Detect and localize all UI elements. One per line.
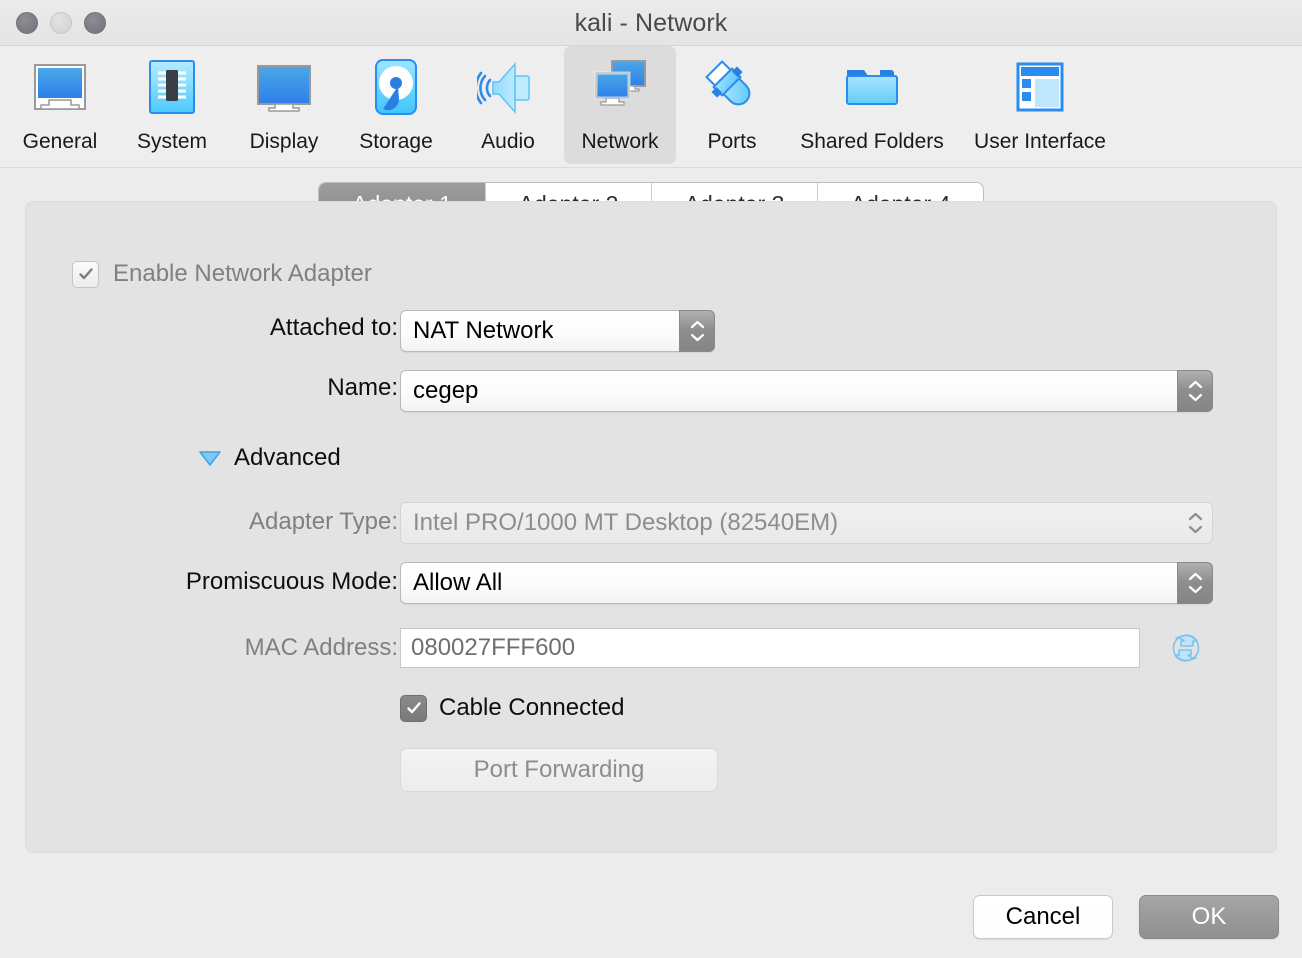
toolbar-label: Ports	[707, 130, 757, 153]
promiscuous-mode-label: Promiscuous Mode:	[185, 568, 398, 595]
port-forwarding-button[interactable]: Port Forwarding	[400, 748, 718, 792]
ports-plug-icon	[705, 60, 751, 106]
name-label-wrap: Name:	[26, 374, 398, 402]
adapter-settings-panel: Enable Network Adapter Attached to: NAT …	[25, 201, 1277, 853]
toolbar-item-ports[interactable]: Ports	[676, 46, 788, 164]
cancel-button[interactable]: Cancel	[973, 895, 1113, 939]
chevron-up-icon	[1188, 512, 1202, 521]
attached-to-dropdown[interactable]: NAT Network	[400, 310, 715, 352]
toolbar-label: Audio	[481, 130, 535, 153]
display-icon	[257, 65, 311, 112]
chevron-down-icon	[1188, 393, 1202, 402]
toolbar-label: User Interface	[974, 130, 1106, 153]
toolbar-label: System	[136, 130, 207, 153]
speaker-icon	[477, 62, 530, 114]
cable-connected-label: Cable Connected	[439, 694, 625, 721]
adapter-type-label-wrap: Adapter Type:	[26, 508, 398, 536]
toolbar-label: Display	[249, 130, 319, 153]
name-stepper[interactable]	[1177, 370, 1213, 412]
mac-address-value: 080027FFF600	[411, 634, 576, 661]
adapter-type-value: Intel PRO/1000 MT Desktop (82540EM)	[413, 509, 839, 536]
chevron-down-icon	[690, 333, 704, 342]
toolbar-label: Storage	[359, 130, 433, 153]
chevron-up-icon	[1188, 572, 1202, 581]
chevron-down-icon	[1188, 585, 1202, 594]
enable-network-adapter-row[interactable]: Enable Network Adapter	[72, 260, 372, 288]
toolbar-item-audio[interactable]: Audio	[452, 46, 564, 164]
name-label: Name:	[327, 374, 398, 401]
window-titlebar: kali - Network	[0, 0, 1302, 46]
attached-to-label-wrap: Attached to:	[26, 314, 398, 342]
mac-address-label-wrap: MAC Address:	[26, 634, 398, 662]
chevron-down-icon	[1188, 525, 1202, 534]
toolbar-item-storage[interactable]: Storage	[340, 46, 452, 164]
refresh-icon	[1172, 634, 1200, 662]
mac-address-input[interactable]: 080027FFF600	[400, 628, 1140, 668]
enable-network-adapter-label: Enable Network Adapter	[113, 260, 372, 287]
adapter-type-label: Adapter Type:	[249, 508, 398, 535]
promiscuous-mode-label-wrap: Promiscuous Mode:	[26, 568, 398, 596]
advanced-label: Advanced	[234, 444, 341, 471]
network-icon	[594, 60, 646, 106]
toolbar-label: General	[22, 130, 98, 153]
window-title: kali - Network	[574, 9, 728, 37]
user-interface-icon	[1016, 62, 1064, 112]
attached-to-label: Attached to:	[269, 314, 398, 341]
folder-icon	[846, 70, 898, 105]
settings-toolbar: General System Display Storage Audio Net…	[0, 46, 1302, 168]
triangle-down-icon	[199, 451, 221, 466]
toolbar-item-user-interface[interactable]: User Interface	[956, 46, 1124, 164]
toolbar-item-general[interactable]: General	[4, 46, 116, 164]
chevron-up-icon	[1188, 380, 1202, 389]
name-combobox[interactable]: cegep	[400, 370, 1213, 412]
name-value: cegep	[413, 377, 479, 404]
toolbar-item-system[interactable]: System	[116, 46, 228, 164]
monitor-icon	[34, 64, 86, 110]
hard-disk-icon	[375, 59, 417, 115]
toolbar-label: Shared Folders	[800, 130, 944, 153]
promiscuous-mode-stepper[interactable]	[1177, 562, 1213, 604]
promiscuous-mode-value: Allow All	[413, 569, 503, 596]
adapter-type-dropdown: Intel PRO/1000 MT Desktop (82540EM)	[400, 502, 1213, 544]
adapter-type-stepper	[1177, 502, 1213, 544]
cable-connected-checkbox[interactable]	[400, 694, 427, 722]
enable-network-adapter-checkbox[interactable]	[72, 260, 99, 288]
advanced-disclosure[interactable]: Advanced	[198, 444, 341, 472]
attached-to-stepper[interactable]	[679, 310, 715, 352]
checkmark-icon	[78, 268, 93, 280]
chip-icon	[149, 60, 195, 114]
promiscuous-mode-dropdown[interactable]: Allow All	[400, 562, 1213, 604]
toolbar-item-display[interactable]: Display	[228, 46, 340, 164]
ok-button[interactable]: OK	[1139, 895, 1279, 939]
checkmark-icon	[406, 702, 421, 714]
dialog-footer: Cancel OK	[0, 853, 1302, 958]
attached-to-value: NAT Network	[413, 317, 554, 344]
mac-address-refresh-button[interactable]	[1166, 628, 1206, 668]
cable-connected-row[interactable]: Cable Connected	[400, 694, 624, 722]
mac-address-label: MAC Address:	[244, 634, 398, 661]
toolbar-label: Network	[581, 130, 659, 153]
preferences-window: kali - Network General System Display St…	[0, 0, 1302, 958]
toolbar-item-network[interactable]: Network	[564, 46, 676, 164]
toolbar-item-shared-folders[interactable]: Shared Folders	[788, 46, 956, 164]
chevron-up-icon	[690, 320, 704, 329]
